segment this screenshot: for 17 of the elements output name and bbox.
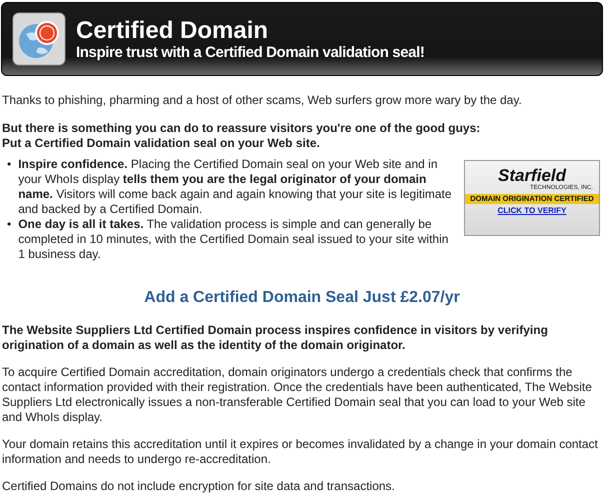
page-subtitle: Inspire trust with a Certified Domain validation seal!	[76, 44, 424, 62]
bullet-text: Inspire confidence. Placing the Certified Domain seal on your Web site and in your WhoIs display tells them you are the legal originator of your domain name. Visitors will come back again and again knowing that your site is legitimate and backed by a Certified Domain.	[18, 157, 453, 217]
lead-text: But there is something you can do to reassure visitors you're one of the good guys:	[2, 121, 482, 136]
seal-brand: Starfield	[498, 167, 566, 184]
summary-text: The Website Suppliers Ltd Certified Domain process inspires confidence in visitors by verifying origination of a domain as well as the identity of the domain originator.	[2, 323, 549, 353]
verify-link[interactable]: CLICK TO VERIFY	[498, 205, 566, 217]
bullet-marker: •	[7, 157, 12, 173]
body-text: Certified Domains do not include encryption for site data and transactions.	[2, 479, 396, 494]
offer-heading: Add a Certified Domain Seal Just £2.07/yr	[143, 290, 461, 305]
body-text: To acquire Certified Domain accreditation, domain originators undergo a credentials check that confirms the contact information provided with their registration. Once the credentials have been authenticated, The Website Suppliers Ltd electronically issues a non-transferable Certified Domain seal that you can load to your Web site and WhoIs display.	[2, 365, 593, 425]
bullet-text: One day is all it takes. The validation process is simple and can generally be completed in 10 minutes, with the Certified Domain seal issued to your site within 1 business day.	[18, 217, 450, 262]
lead-text: Put a Certified Domain validation seal on your Web site.	[2, 136, 321, 151]
intro-text: Thanks to phishing, pharming and a host of other scams, Web surfers grow more wary by the day.	[2, 93, 523, 108]
globe-ok-icon	[12, 12, 66, 66]
page-title: Certified Domain	[76, 18, 270, 44]
body-text: Your domain retains this accreditation until it expires or becomes invalidated by a change in your domain contact information and needs to undergo re-accreditation.	[2, 437, 599, 467]
bullet-marker: •	[7, 217, 12, 233]
